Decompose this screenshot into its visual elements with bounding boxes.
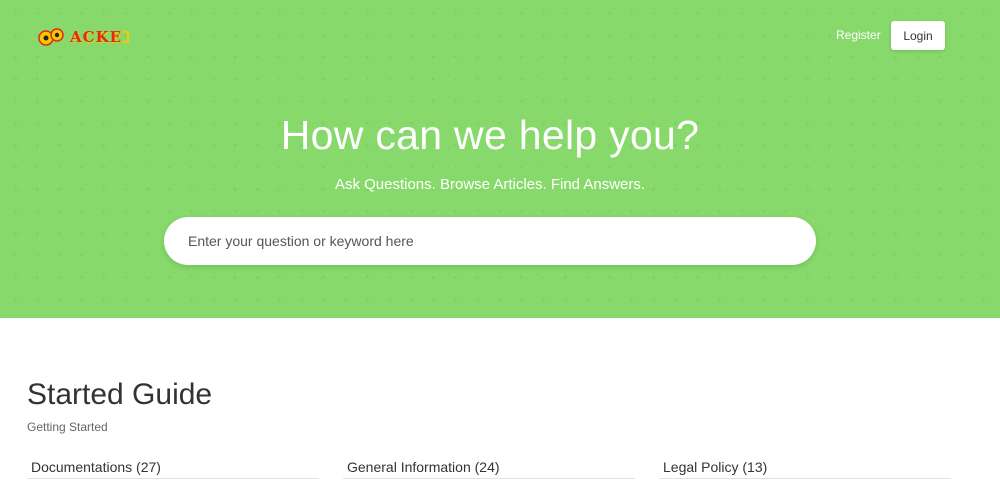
category-label: Documentations (27) (31, 459, 161, 475)
search-box (164, 217, 816, 265)
register-link[interactable]: Register (836, 28, 881, 42)
logo-mark-icon (123, 31, 130, 43)
hero-subtitle: Ask Questions. Browse Articles. Find Ans… (334, 176, 646, 193)
category-label: General Information (24) (347, 459, 500, 475)
login-button[interactable]: Login (891, 21, 945, 50)
site-logo[interactable]: ACKE (38, 26, 130, 48)
category-documentations[interactable]: Documentations (27) (27, 457, 319, 479)
hero-title: How can we help you? (280, 112, 700, 158)
logo-text: ACKE (70, 28, 123, 46)
section-title: Started Guide (27, 378, 213, 411)
search-input[interactable] (188, 217, 788, 265)
logo-icon (38, 28, 64, 46)
category-label: Legal Policy (13) (663, 459, 768, 475)
category-general-information[interactable]: General Information (24) (343, 457, 635, 479)
section-subtitle: Getting Started (27, 420, 108, 434)
hero-banner: ACKE Register Login How can we help you?… (0, 0, 1000, 318)
category-legal-policy[interactable]: Legal Policy (13) (659, 457, 951, 479)
